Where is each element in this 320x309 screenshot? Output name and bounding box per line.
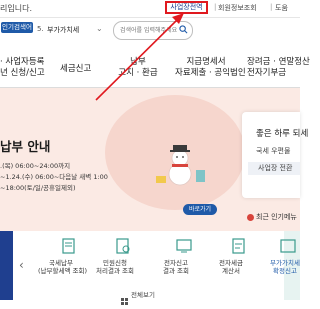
popular-rank: 5. [37, 25, 44, 33]
quick-label: 계산서 [222, 267, 240, 275]
mail-notice-text[interactable]: 국세 우편물 [256, 146, 290, 156]
fire-icon [247, 214, 254, 221]
tax-payment-icon [62, 238, 75, 254]
quick-label: 전자세금 [219, 259, 243, 267]
quick-label: 부가가치세 [270, 259, 300, 267]
search-box[interactable] [113, 21, 193, 40]
menu-payment[interactable]: 납부 고지 · 환급 [118, 57, 158, 79]
notice-text: 리입니다. [0, 4, 32, 13]
e-filing-icon [176, 239, 192, 253]
quick-label: 처리결과 조회 [96, 267, 134, 275]
grid-icon [121, 290, 128, 305]
quick-item-e-invoice[interactable]: 전자세금 계산서 [208, 259, 254, 275]
quick-label: 전자신고 [164, 259, 188, 267]
banner-schedule-3: ~18:00(토/일/공휴일제외) [0, 184, 76, 192]
banner-schedule-1: .(목) 06:00~24:00까지 [0, 162, 71, 170]
menu-label: 장려금 · 연말정산 [247, 57, 310, 67]
quick-label: 확정신고 [273, 267, 297, 275]
quick-item-civil-request[interactable]: 민원신청 처리결과 조회 [92, 259, 138, 275]
quick-label: (납부할세액 조회) [38, 267, 87, 275]
recent-popular-menu[interactable]: 최근 인기메뉴 [256, 212, 297, 222]
side-panel [0, 231, 13, 300]
help-link[interactable]: 도움 [275, 3, 288, 13]
menu-label: 고지 · 환급 [118, 68, 158, 78]
view-all-button[interactable]: 전체보기 [131, 289, 155, 299]
separator: | [214, 3, 217, 11]
quick-item-tax-payment[interactable]: 국세납부 (납부할세액 조회) [38, 259, 87, 275]
menu-statements[interactable]: 지급명세서 자료제출 · 공익법인 [175, 57, 246, 79]
popular-search-badge: 인기검색어 [1, 22, 33, 33]
business-switch-panel-button[interactable]: 사업장 전환 [248, 162, 300, 175]
snowman-illustration [156, 145, 205, 186]
menu-label: 납부 [130, 57, 146, 67]
member-info-link[interactable]: 회원정보조회 [218, 3, 257, 13]
quick-item-e-filing[interactable]: 전자신고 결과 조회 [153, 259, 199, 275]
search-input[interactable] [120, 25, 182, 36]
civil-request-icon [116, 238, 130, 254]
menu-incentives[interactable]: 장려금 · 연말정산 전자기부금 [247, 57, 310, 79]
business-switch-button[interactable]: 사업장전역 [165, 1, 208, 14]
e-invoice-icon [232, 238, 245, 254]
quick-label: 민원신청 [103, 259, 127, 267]
menu-label: 년 신청/신고 [0, 68, 45, 78]
banner-more-button[interactable]: 바로가기 [183, 204, 217, 215]
banner-title: 납부 안내 [0, 139, 51, 154]
chevron-left-icon[interactable]: ‹ [19, 258, 24, 272]
menu-tax-filing[interactable]: 세금신고 [60, 64, 91, 75]
popular-term-link[interactable]: 부가가치세 [47, 25, 79, 35]
menu-label: 전자기부금 [247, 68, 287, 78]
menu-label: · 사업자등록 [0, 57, 45, 67]
quick-item-vat-filing[interactable]: 부가가치세 확정신고 [262, 259, 300, 275]
vat-filing-icon [280, 239, 296, 253]
greeting-text: 좋은 하루 되세 [256, 129, 309, 139]
banner-schedule-2: ~1.24.(수) 06:00~다음날 새벽 1:00 [0, 173, 108, 181]
search-icon[interactable] [179, 25, 188, 34]
menu-registration[interactable]: · 사업자등록 년 신청/신고 [0, 57, 45, 79]
separator: | [270, 3, 273, 11]
quick-label: 결과 조회 [163, 267, 189, 275]
menu-label: 지급명세서 [186, 57, 226, 67]
quick-label: 국세납부 [49, 259, 73, 267]
menu-label: 자료제출 · 공익법인 [175, 68, 246, 78]
chevron-down-icon[interactable]: ⌄ [96, 24, 103, 33]
